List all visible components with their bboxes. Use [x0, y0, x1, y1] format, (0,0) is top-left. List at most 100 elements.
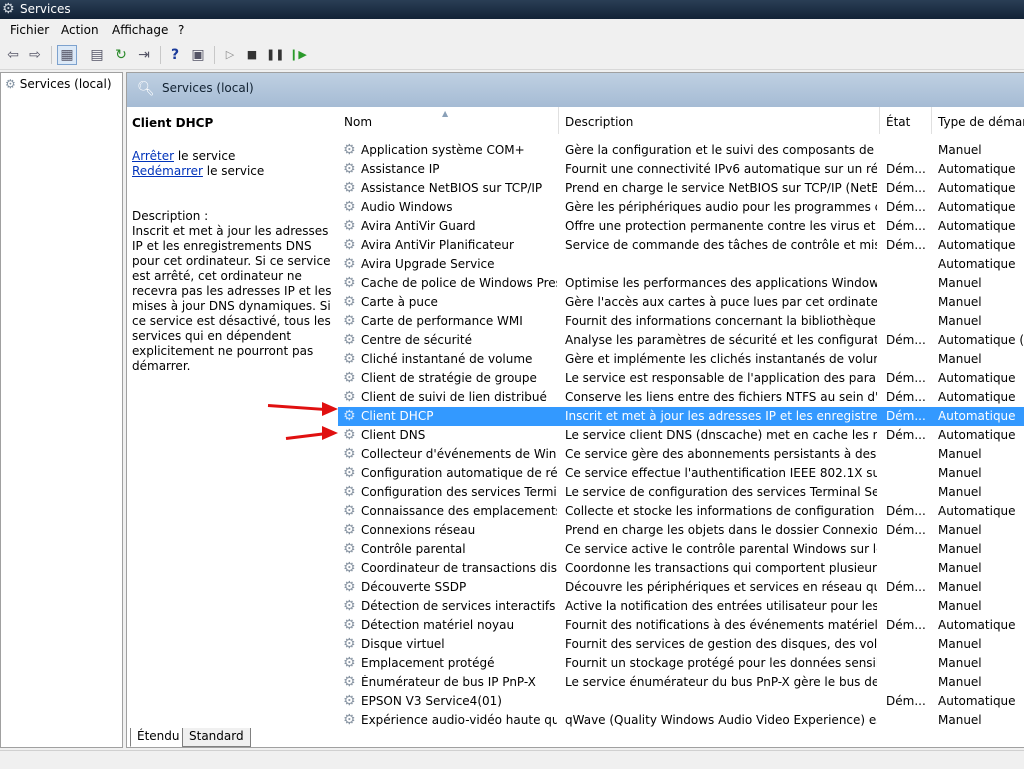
gear-icon: ⚙ — [343, 180, 356, 196]
service-state: Dém... — [886, 390, 926, 404]
column-header-startup[interactable]: Type de démarra — [932, 107, 1024, 134]
gear-icon: ⚙ — [343, 598, 356, 614]
service-description: Service de commande des tâches de contrô… — [565, 238, 877, 252]
service-startup-type: Manuel — [938, 656, 982, 670]
service-row[interactable]: ⚙ Emplacement protégé Fournit un stockage … — [338, 654, 1024, 673]
view-icon[interactable]: ▣ — [189, 46, 207, 64]
service-row[interactable]: ⚙ Cliché instantané de volume Gère et impl… — [338, 350, 1024, 369]
stop-service-link[interactable]: Arrêter — [132, 149, 174, 163]
service-row[interactable]: ⚙ Client de stratégie de groupe Le service… — [338, 369, 1024, 388]
service-row[interactable]: ⚙ Assistance IP Fournit une connectivité I… — [338, 160, 1024, 179]
service-name: Application système COM+ — [361, 143, 525, 157]
service-name: Cache de police de Windows Prese... — [361, 276, 557, 290]
service-row[interactable]: ⚙ Configuration automatique de rése... Ce … — [338, 464, 1024, 483]
gear-icon: ⚙ — [343, 199, 356, 215]
service-state: Dém... — [886, 504, 926, 518]
gear-icon: ⚙ — [343, 541, 356, 557]
menu-help[interactable]: ? — [178, 23, 184, 38]
service-startup-type: Automatique (dé — [938, 333, 1024, 347]
service-description: Coordonne les transactions qui comporten… — [565, 561, 877, 575]
refresh-icon[interactable]: ↻ — [112, 46, 130, 64]
service-description: Ce service effectue l'authentification I… — [565, 466, 877, 480]
help-icon[interactable]: ? — [166, 46, 184, 64]
service-row[interactable]: ⚙ Détection de services interactifs Active… — [338, 597, 1024, 616]
service-row[interactable]: ⚙ Client de suivi de lien distribué Conser… — [338, 388, 1024, 407]
column-startup-label: Type de démarra — [938, 115, 1024, 129]
service-row[interactable]: ⚙ Client DNS Le service client DNS (dnscac… — [338, 426, 1024, 445]
service-startup-type: Automatique — [938, 504, 1016, 518]
service-row[interactable]: ⚙ Coordinateur de transactions distri... C… — [338, 559, 1024, 578]
service-description: Découvre les périphériques et services e… — [565, 580, 877, 594]
service-name: Coordinateur de transactions distri... — [361, 561, 557, 575]
service-name: Avira Upgrade Service — [361, 257, 495, 271]
service-row[interactable]: ⚙ Carte à puce Gère l'accès aux cartes à p… — [338, 293, 1024, 312]
service-description: Active la notification des entrées utili… — [565, 599, 877, 613]
service-startup-type: Manuel — [938, 485, 982, 499]
annotation-arrowhead-dns — [322, 426, 338, 440]
pause-icon[interactable]: ❚❚ — [266, 46, 284, 64]
service-row[interactable]: ⚙ Disque virtuel Fournit des services de g… — [338, 635, 1024, 654]
stop-icon[interactable]: ■ — [243, 46, 261, 64]
service-row[interactable]: ⚙ Configuration des services Termina... Le… — [338, 483, 1024, 502]
properties-icon[interactable]: ▤ — [88, 46, 106, 64]
service-row[interactable]: ⚙ Avira Upgrade Service Automatique — [338, 255, 1024, 274]
column-header-state[interactable]: État — [880, 107, 932, 134]
gear-icon: ⚙ — [343, 655, 356, 671]
menu-action[interactable]: Action — [61, 23, 99, 38]
service-row[interactable]: ⚙ Audio Windows Gère les périphériques aud… — [338, 198, 1024, 217]
service-row[interactable]: ⚙ Contrôle parental Ce service active le c… — [338, 540, 1024, 559]
service-name: Client de stratégie de groupe — [361, 371, 537, 385]
console-tree-icon[interactable]: ▦ — [57, 45, 77, 65]
service-description: Gère les périphériques audio pour les pr… — [565, 200, 877, 214]
service-state: Dém... — [886, 694, 926, 708]
gear-icon: ⚙ — [343, 256, 356, 272]
service-row[interactable]: ⚙ Avira AntiVir Guard Offre une protection… — [338, 217, 1024, 236]
service-row[interactable]: ⚙ Découverte SSDP Découvre les périphériqu… — [338, 578, 1024, 597]
service-state: Dém... — [886, 219, 926, 233]
description-label: Description : — [132, 209, 209, 223]
menu-affichage[interactable]: Affichage — [112, 23, 168, 38]
service-row[interactable]: ⚙ EPSON V3 Service4(01) Dém... Automatique — [338, 692, 1024, 711]
toolbar-separator — [214, 46, 215, 64]
service-row[interactable]: ⚙ Collecteur d'événements de Windo... Ce s… — [338, 445, 1024, 464]
services-panel: 🔍︎ Services (local) Client DHCP Arrêter … — [126, 72, 1024, 748]
service-startup-type: Manuel — [938, 295, 982, 309]
restart-service-link[interactable]: Redémarrer — [132, 164, 203, 178]
service-description: Conserve les liens entre des fichiers NT… — [565, 390, 877, 404]
service-description: Fournit des informations concernant la b… — [565, 314, 877, 328]
service-row[interactable]: ⚙ Assistance NetBIOS sur TCP/IP Prend en c… — [338, 179, 1024, 198]
service-name: Détection de services interactifs — [361, 599, 556, 613]
play-icon[interactable]: ▷ — [221, 46, 239, 64]
restart-icon[interactable]: ❙▶ — [289, 46, 307, 64]
menu-fichier[interactable]: Fichier — [10, 23, 49, 38]
service-row[interactable]: ⚙ Énumérateur de bus IP PnP-X Le service é… — [338, 673, 1024, 692]
back-arrow-icon[interactable]: ⇦ — [4, 46, 22, 64]
service-state: Dém... — [886, 238, 926, 252]
service-row[interactable]: ⚙ Détection matériel noyau Fournit des not… — [338, 616, 1024, 635]
service-row[interactable]: ⚙ Client DHCP Inscrit et met à jour les ad… — [338, 407, 1024, 426]
service-row[interactable]: ⚙ Application système COM+ Gère la configu… — [338, 141, 1024, 160]
service-name: Carte de performance WMI — [361, 314, 523, 328]
column-header-name[interactable]: Nom — [338, 107, 559, 134]
service-row[interactable]: ⚙ Avira AntiVir Planificateur Service de c… — [338, 236, 1024, 255]
toolbar-separator — [160, 46, 161, 64]
service-row[interactable]: ⚙ Centre de sécurité Analyse les paramètre… — [338, 331, 1024, 350]
gear-icon: ⚙ — [343, 427, 356, 443]
forward-arrow-icon[interactable]: ⇨ — [26, 46, 44, 64]
service-startup-type: Automatique — [938, 390, 1016, 404]
service-row[interactable]: ⚙ Connaissance des emplacements r... Colle… — [338, 502, 1024, 521]
service-row[interactable]: ⚙ Carte de performance WMI Fournit des inf… — [338, 312, 1024, 331]
magnifier-icon: 🔍︎ — [137, 81, 155, 97]
service-startup-type: Automatique — [938, 238, 1016, 252]
export-icon[interactable]: ⇥ — [135, 46, 153, 64]
service-row[interactable]: ⚙ Connexions réseau Prend en charge les ob… — [338, 521, 1024, 540]
column-header-description[interactable]: Description — [559, 107, 880, 134]
service-startup-type: Automatique — [938, 200, 1016, 214]
service-name: Connexions réseau — [361, 523, 476, 537]
services-list: ▲ Nom Description État Type de démarra ⚙… — [338, 107, 1024, 728]
tab-standard[interactable]: Standard — [182, 728, 251, 747]
tab-etendu[interactable]: Étendu — [130, 728, 187, 747]
service-row[interactable]: ⚙ Cache de police de Windows Prese... Opti… — [338, 274, 1024, 293]
gear-icon: ⚙ — [343, 484, 356, 500]
tree-node-services-local[interactable]: ⚙ Services (local) — [5, 76, 112, 92]
